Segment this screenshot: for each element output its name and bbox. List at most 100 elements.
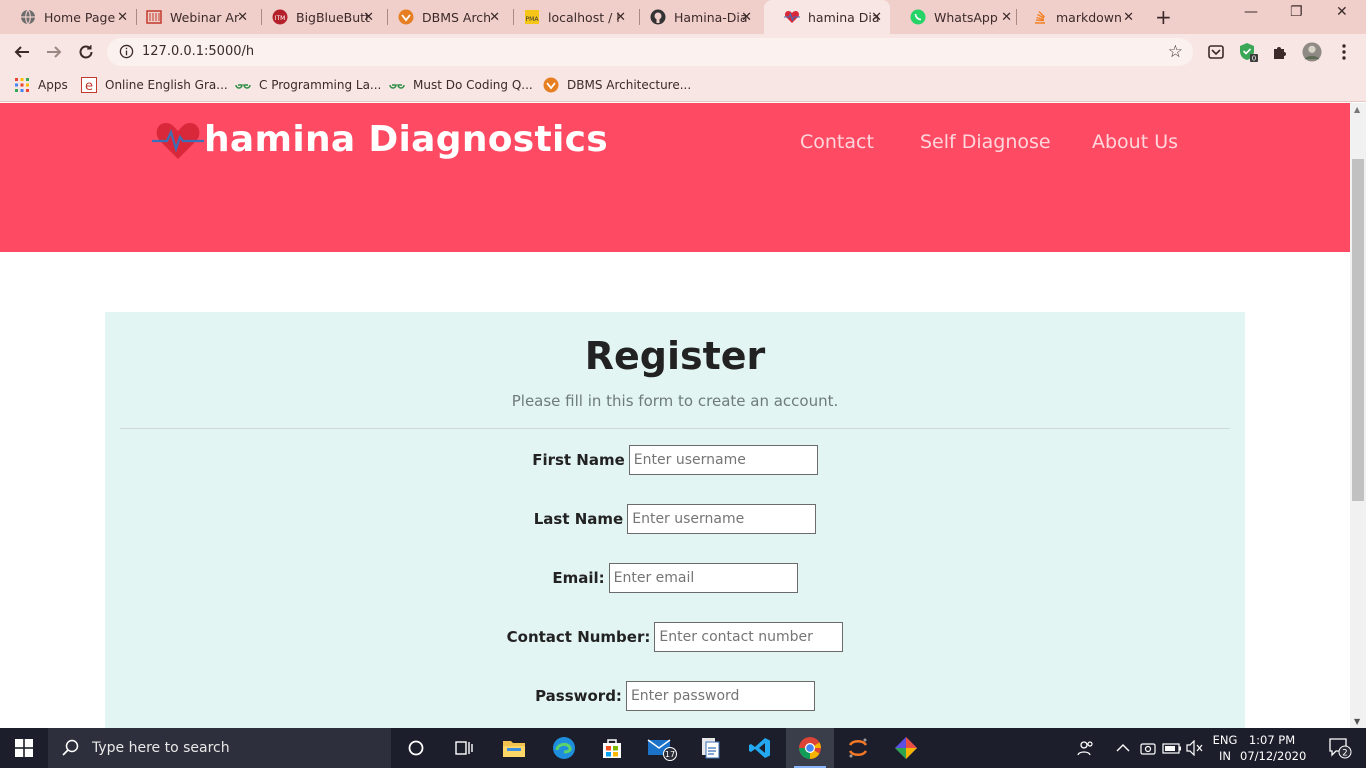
url-text[interactable]: 127.0.0.1:5000/h	[142, 44, 254, 59]
apps-grid-icon	[14, 77, 30, 93]
input-language[interactable]: ENG IN	[1210, 732, 1240, 764]
contact-number-input[interactable]	[654, 622, 844, 652]
bookmark-c-programming[interactable]: C Programming La...	[235, 77, 381, 93]
last-name-label: Last Name	[533, 510, 624, 528]
documents-icon[interactable]	[686, 728, 734, 768]
page-scrollbar[interactable]: ▲ ▼	[1350, 103, 1366, 728]
task-view-icon[interactable]	[440, 728, 488, 768]
info-icon[interactable]	[119, 44, 134, 63]
address-bar[interactable]: 127.0.0.1:5000/h ☆	[107, 38, 1193, 66]
last-name-input[interactable]	[627, 504, 817, 534]
form-row-contact-number: Contact Number:	[105, 622, 1245, 652]
edge-browser-icon[interactable]	[540, 728, 588, 768]
mail-icon[interactable]: 17	[638, 728, 686, 768]
bookmark-apps[interactable]: Apps	[14, 77, 68, 93]
bookmark-must-do-coding[interactable]: Must Do Coding Q...	[389, 77, 533, 93]
camera-icon[interactable]	[1140, 728, 1156, 768]
email-input[interactable]	[608, 563, 798, 593]
chrome-icon[interactable]	[786, 728, 834, 768]
back-button[interactable]	[10, 40, 34, 64]
cortana-icon[interactable]	[392, 728, 440, 768]
tab-title: DBMS Arch	[422, 9, 492, 25]
close-icon[interactable]: ✕	[741, 10, 752, 25]
scroll-down-arrow-icon[interactable]: ▼	[1354, 717, 1360, 726]
pocket-icon[interactable]	[1206, 42, 1226, 62]
tab-localhost[interactable]: PMA localhost / l ✕	[504, 0, 634, 34]
tab-title: BigBlueButt	[296, 9, 370, 25]
nav-self-diagnose[interactable]: Self Diagnose	[920, 131, 1051, 153]
kebab-menu-icon[interactable]	[1334, 42, 1354, 62]
close-icon[interactable]: ✕	[615, 10, 626, 25]
tab-home-page[interactable]: Home Page ✕	[0, 0, 136, 34]
password-input[interactable]	[625, 681, 815, 711]
english-icon: e	[81, 77, 97, 93]
tab-dbms-architecture[interactable]: DBMS Arch ✕	[378, 0, 508, 34]
dbms-icon	[398, 9, 414, 25]
shield-extension-icon[interactable]: 0	[1238, 42, 1258, 62]
search-icon	[62, 739, 79, 756]
reload-button[interactable]	[74, 40, 98, 64]
brand-link[interactable]: hamina Diagnostics	[152, 117, 608, 161]
vscode-icon[interactable]	[736, 728, 784, 768]
form-row-first-name: First Name	[105, 445, 1245, 475]
close-window-button[interactable]: ✕	[1336, 4, 1348, 20]
restore-button[interactable]: ❐	[1290, 4, 1303, 20]
puzzle-extensions-icon[interactable]	[1270, 42, 1290, 62]
start-button[interactable]	[0, 728, 48, 768]
notification-center-icon[interactable]: 2	[1320, 728, 1360, 768]
tab-hamina-active[interactable]: hamina Dia ✕	[764, 0, 890, 34]
contact-number-label: Contact Number:	[506, 628, 651, 646]
volume-muted-icon[interactable]	[1186, 728, 1204, 768]
globe-icon	[20, 9, 36, 25]
form-row-last-name: Last Name	[105, 504, 1245, 534]
tab-title: markdown	[1056, 9, 1122, 25]
heart-icon	[784, 9, 800, 25]
bookmark-label: Online English Gra...	[105, 78, 228, 92]
bookmark-label: Apps	[38, 78, 68, 92]
scroll-up-arrow-icon[interactable]: ▲	[1354, 105, 1360, 114]
first-name-input[interactable]	[628, 445, 818, 475]
svg-text:ITM: ITM	[275, 15, 286, 22]
close-icon[interactable]: ✕	[871, 10, 882, 25]
nav-about-us[interactable]: About Us	[1092, 131, 1178, 153]
forward-arrow-icon	[47, 46, 62, 58]
tab-whatsapp[interactable]: WhatsApp ✕	[890, 0, 1020, 34]
bookmark-star-icon[interactable]: ☆	[1168, 42, 1183, 62]
bookmark-dbms-architecture[interactable]: DBMS Architecture...	[543, 77, 691, 93]
file-explorer-icon[interactable]	[490, 728, 538, 768]
svg-text:e: e	[85, 79, 93, 93]
tab-markdown[interactable]: markdown ✕	[1012, 0, 1142, 34]
new-tab-button[interactable]: +	[1155, 5, 1172, 29]
close-icon[interactable]: ✕	[1123, 10, 1134, 25]
search-placeholder: Type here to search	[92, 740, 230, 756]
tray-chevron-up-icon[interactable]	[1116, 728, 1130, 768]
tab-title: Hamina-Dia	[674, 9, 748, 25]
profile-avatar[interactable]	[1302, 42, 1322, 62]
close-icon[interactable]: ✕	[1001, 10, 1012, 25]
taskbar-search[interactable]: Type here to search	[48, 728, 391, 768]
browser-toolbar: 127.0.0.1:5000/h ☆ 0	[0, 34, 1366, 70]
close-icon[interactable]: ✕	[489, 10, 500, 25]
git-kraken-icon[interactable]	[882, 728, 930, 768]
tab-github[interactable]: Hamina-Dia ✕	[630, 0, 760, 34]
tab-title: localhost / l	[548, 9, 620, 25]
microsoft-store-icon[interactable]	[588, 728, 636, 768]
nav-contact[interactable]: Contact	[800, 131, 874, 153]
notification-count: 2	[1342, 749, 1347, 759]
forward-button[interactable]	[42, 40, 66, 64]
jupyter-icon[interactable]	[834, 728, 882, 768]
bookmarks-bar: Apps e Online English Gra... C Programmi…	[0, 70, 1366, 102]
bookmark-online-english[interactable]: e Online English Gra...	[81, 77, 228, 93]
close-icon[interactable]: ✕	[237, 10, 248, 25]
scroll-thumb[interactable]	[1352, 159, 1364, 501]
dbms-icon	[543, 77, 559, 93]
mail-badge: 17	[665, 750, 675, 759]
people-icon[interactable]	[1076, 728, 1096, 768]
minimize-button[interactable]: —	[1244, 4, 1258, 20]
tab-bigbluebutton[interactable]: ITM BigBlueButt ✕	[252, 0, 382, 34]
tab-webinar[interactable]: Webinar Ar ✕	[126, 0, 256, 34]
system-clock[interactable]: 1:07 PM 07/12/2020	[1240, 732, 1306, 764]
battery-icon[interactable]	[1162, 728, 1182, 768]
bookmark-label: DBMS Architecture...	[567, 78, 692, 92]
close-icon[interactable]: ✕	[363, 10, 374, 25]
